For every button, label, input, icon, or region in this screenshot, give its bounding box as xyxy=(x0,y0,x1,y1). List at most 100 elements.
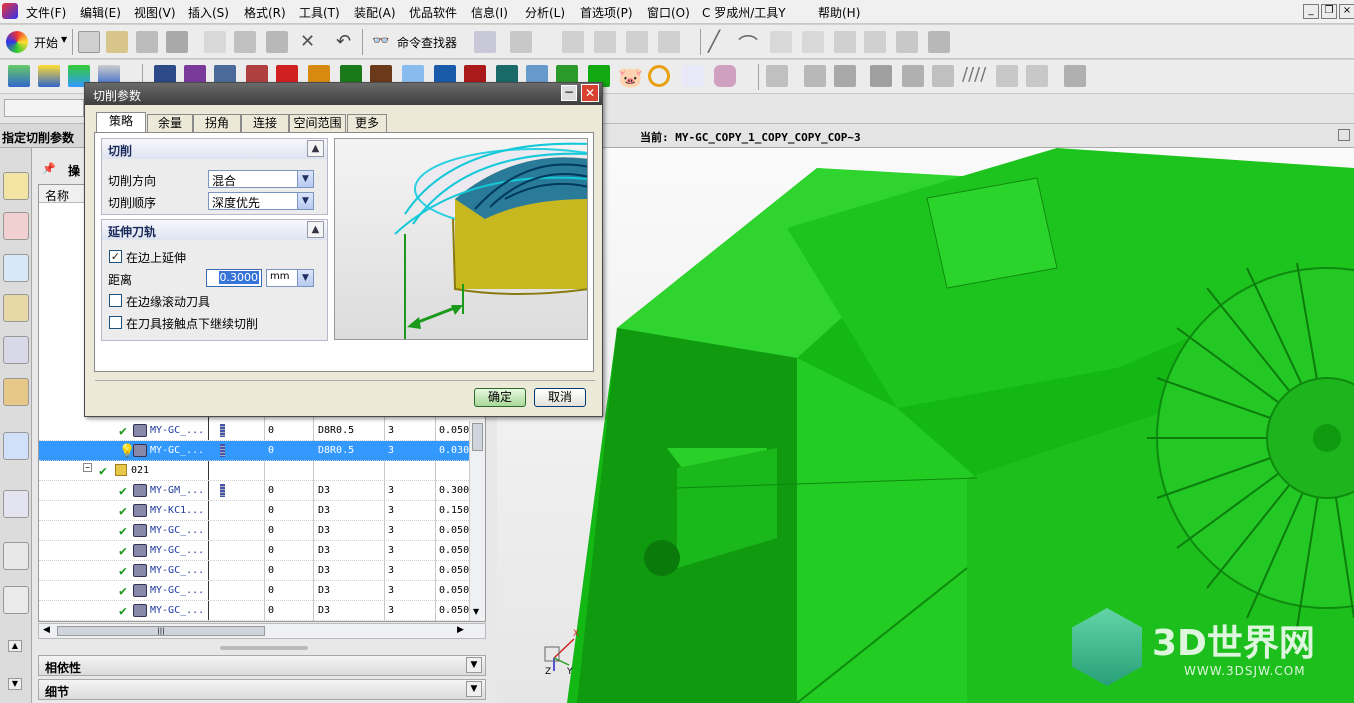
cancel-button[interactable]: 取消 xyxy=(534,388,586,407)
cut-icon[interactable] xyxy=(204,31,226,53)
strip-scroll-up[interactable]: ▲ xyxy=(8,640,22,652)
name-column-header[interactable]: 名称 xyxy=(45,187,69,204)
information-icon[interactable] xyxy=(766,65,788,87)
table-row[interactable]: ✔ MY-GC_... 0 D8R0.5 3 0.050 xyxy=(39,421,485,441)
hole-icon[interactable] xyxy=(870,65,892,87)
web-browser-icon[interactable] xyxy=(3,490,29,518)
palette-icon[interactable] xyxy=(3,586,29,614)
start-menu-button[interactable]: 开始 xyxy=(34,34,58,51)
filter-combo[interactable] xyxy=(4,99,84,117)
spline-icon[interactable] xyxy=(658,31,680,53)
cut-order-select[interactable]: 深度优先 ▼ xyxy=(208,192,314,210)
drill-icon[interactable] xyxy=(804,65,826,87)
arc-icon[interactable] xyxy=(626,31,648,53)
chevron-down-icon[interactable]: ▼ xyxy=(466,657,482,673)
project-icon[interactable] xyxy=(896,31,918,53)
print-icon[interactable] xyxy=(166,31,188,53)
vertical-scrollbar[interactable]: ▼ xyxy=(469,421,485,621)
dependency-panel[interactable]: 相依性 ▼ xyxy=(38,655,486,676)
dialog-titlebar[interactable]: 切削参数 − ✕ xyxy=(85,83,602,105)
scroll-left-icon[interactable]: ◀ xyxy=(43,625,50,635)
history-icon[interactable] xyxy=(3,542,29,570)
info-panel-icon[interactable] xyxy=(682,65,704,87)
menu-item-2[interactable]: 视图(V) xyxy=(134,4,176,21)
solid-icon[interactable] xyxy=(928,31,950,53)
reuse-library-icon[interactable] xyxy=(3,336,29,364)
tool-holder-icon[interactable] xyxy=(1064,65,1086,87)
table-row[interactable]: 💡 MY-GC_... 0 D8R0.5 3 0.030 xyxy=(39,441,485,461)
hammer-icon[interactable] xyxy=(902,65,924,87)
tab-2[interactable]: 拐角 xyxy=(193,114,241,132)
target-icon[interactable] xyxy=(648,65,670,87)
polygon-icon[interactable] xyxy=(802,31,824,53)
program-group-row[interactable]: − ✔ 021 xyxy=(39,461,485,481)
minimize-button[interactable]: _ xyxy=(1303,4,1319,19)
collapse-toggle-icon[interactable]: − xyxy=(83,463,92,472)
restore-button[interactable]: ❐ xyxy=(1321,4,1337,19)
dialog-minimize-button[interactable]: − xyxy=(561,85,577,101)
line-icon[interactable]: ╱ xyxy=(708,29,720,53)
command-finder-button[interactable]: 命令查找器 xyxy=(397,34,457,51)
sketch-icon[interactable] xyxy=(562,31,584,53)
table-row[interactable]: ✔ MY-GC_... 0 D3 3 0.050 xyxy=(39,561,485,581)
continue-cut-checkbox[interactable] xyxy=(109,316,122,329)
ok-button[interactable]: 确定 xyxy=(474,388,526,407)
create-program-icon[interactable] xyxy=(8,65,30,87)
menu-item-6[interactable]: 装配(A) xyxy=(354,4,396,21)
scroll-down-icon[interactable]: ▼ xyxy=(473,607,479,616)
chevron-down-icon[interactable]: ▼ xyxy=(297,270,313,286)
copy-icon[interactable] xyxy=(234,31,256,53)
chevron-down-icon[interactable]: ▼ xyxy=(297,193,313,209)
pig-icon[interactable]: 🐷 xyxy=(618,65,643,89)
open-folder-icon[interactable] xyxy=(106,31,128,53)
tab-3[interactable]: 连接 xyxy=(241,114,289,132)
fixture-icon[interactable] xyxy=(932,65,954,87)
start-icon[interactable] xyxy=(6,31,28,53)
chevron-down-icon[interactable]: ▼ xyxy=(297,171,313,187)
details-panel[interactable]: 细节 ▼ xyxy=(38,679,486,700)
table-row[interactable]: ✔ MY-GC_... 0 D3 3 0.050 xyxy=(39,581,485,601)
tab-5[interactable]: 更多 xyxy=(347,114,387,132)
h-scroll-thumb[interactable]: ||| xyxy=(57,626,265,636)
block-icon[interactable] xyxy=(834,65,856,87)
menu-item-4[interactable]: 格式(R) xyxy=(244,4,286,21)
scroll-thumb[interactable] xyxy=(472,423,483,451)
chevron-up-icon[interactable]: ▲ xyxy=(307,140,324,157)
splitter[interactable] xyxy=(220,646,308,650)
menu-item-7[interactable]: 优品软件 xyxy=(409,4,457,21)
menu-item-13[interactable]: 帮助(H) xyxy=(818,4,860,21)
paste-icon[interactable] xyxy=(266,31,288,53)
status-resize-icon[interactable] xyxy=(1338,129,1350,141)
menu-item-11[interactable]: 窗口(O) xyxy=(647,4,690,21)
menu-item-0[interactable]: 文件(F) xyxy=(26,4,66,21)
dialog-close-button[interactable]: ✕ xyxy=(581,84,599,102)
offset-icon[interactable] xyxy=(864,31,886,53)
table-row[interactable]: ✔ MY-GC_... 0 D3 3 0.050 xyxy=(39,521,485,541)
close-window-button[interactable]: × xyxy=(1339,4,1354,19)
pin-icon[interactable]: 📌 xyxy=(42,162,56,175)
arc-curve-icon[interactable]: ⌒ xyxy=(738,29,758,58)
distance-unit-select[interactable]: mm ▼ xyxy=(266,269,314,287)
undo-icon[interactable]: ↶ xyxy=(336,31,351,52)
spring-icon[interactable] xyxy=(996,65,1018,87)
scroll-right-icon[interactable]: ▶ xyxy=(457,625,464,635)
menu-item-8[interactable]: 信息(I) xyxy=(471,4,508,21)
table-row[interactable]: ✔ MY-GC_... 0 D3 3 0.050 xyxy=(39,601,485,621)
save-icon[interactable] xyxy=(136,31,158,53)
menu-item-10[interactable]: 首选项(P) xyxy=(580,4,633,21)
point-icon[interactable] xyxy=(770,31,792,53)
wave-icon[interactable] xyxy=(1026,65,1048,87)
cut-group-header[interactable]: 切削 ▲ xyxy=(102,139,327,159)
delete-icon[interactable]: ✕ xyxy=(300,31,315,52)
library-icon[interactable] xyxy=(3,378,29,406)
table-row[interactable]: ✔ MY-GM_... 0 D3 3 0.300 xyxy=(39,481,485,501)
table-row[interactable]: ✔ MY-GC_... 0 D3 3 0.050 xyxy=(39,541,485,561)
horizontal-scrollbar[interactable]: ◀ ||| ▶ xyxy=(38,623,486,639)
hatch-icon[interactable]: //// xyxy=(962,64,986,85)
chevron-up-icon[interactable]: ▲ xyxy=(307,221,324,238)
menu-item-12[interactable]: C 罗成州/工具Y xyxy=(702,4,786,21)
table-row[interactable]: ✔ MY-KC1... 0 D3 3 0.150 xyxy=(39,501,485,521)
graphics-window[interactable]: X Y Z 3D世界网 WWW.3DSJW.COM xyxy=(497,148,1354,703)
tab-4[interactable]: 空间范围 xyxy=(289,114,346,132)
assembly-nav-icon[interactable] xyxy=(3,172,29,200)
